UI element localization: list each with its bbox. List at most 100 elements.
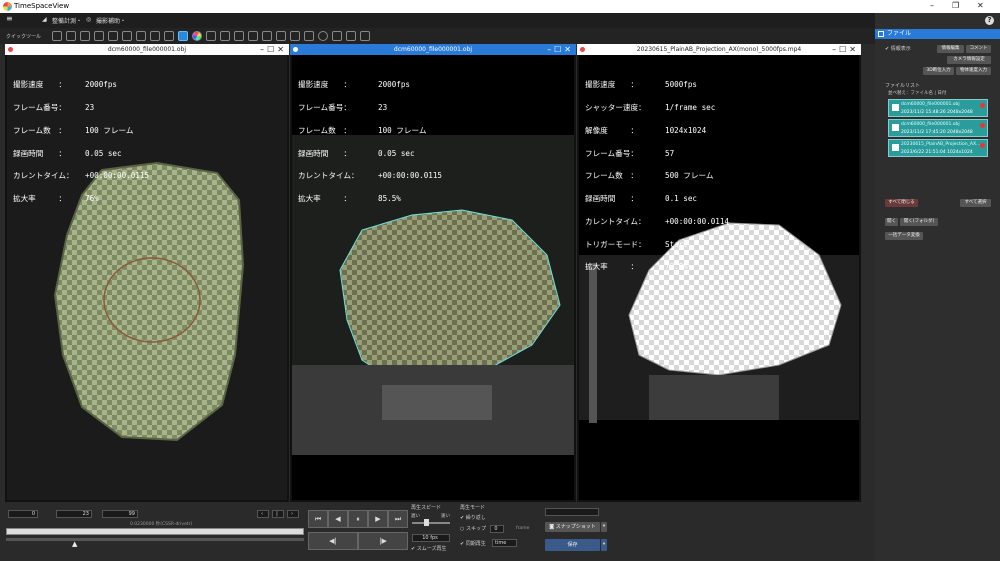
move-tool-icon[interactable] [52, 31, 62, 41]
half-tool-icon[interactable] [304, 31, 314, 41]
pan-tool-icon[interactable] [80, 31, 90, 41]
end-frame-field[interactable]: 99 [102, 510, 138, 518]
go-start-button[interactable]: ⏮ [308, 510, 328, 528]
hamburger-menu-icon[interactable]: ≡ [6, 14, 13, 23]
maximize-icon[interactable]: ❐ [952, 1, 959, 10]
minimize-icon[interactable]: – [930, 1, 934, 10]
snapshot-button[interactable]: ◙ スナップショット [545, 522, 600, 532]
skip-field[interactable]: 0 [490, 525, 504, 533]
layers-tool-icon[interactable] [332, 31, 342, 41]
open-button[interactable]: 開く [885, 218, 898, 226]
snapshot-dropdown-icon[interactable]: ▾ [601, 522, 607, 532]
speed-slider[interactable] [412, 522, 450, 524]
grid-tool-icon[interactable] [178, 31, 188, 41]
sort-label[interactable]: 並べ替え：ファイル名 | 日付 [888, 90, 946, 96]
angle-tool-icon[interactable] [122, 31, 132, 41]
quick-toolbar: クイックツール [0, 28, 875, 44]
pen-tool-icon[interactable] [150, 31, 160, 41]
close-icon[interactable]: ✕ [977, 1, 984, 10]
speed-slider-thumb[interactable] [424, 519, 429, 526]
viewer-3[interactable]: 20230615_PlainAB_Projection_AX(mono)_500… [577, 44, 861, 502]
play-button[interactable]: ▶ [368, 510, 388, 528]
menu-item-camera[interactable]: 撮影補助・ [96, 16, 126, 25]
remove-file-icon[interactable] [980, 123, 985, 128]
help-icon[interactable]: ? [985, 16, 994, 25]
info-toggle[interactable]: ✔ 情報表示 [885, 45, 911, 52]
timeline-slider[interactable] [6, 528, 304, 535]
viewer-3-window-buttons[interactable]: –☐✕ [832, 44, 859, 55]
fps-field[interactable]: 10 fps [412, 534, 450, 542]
close-all-button[interactable]: すべて閉じる [885, 199, 918, 207]
frame-caption: 0.0230000 秒(CSSR-drivetr) [130, 522, 193, 527]
3d-input-button[interactable]: 3D断位入力 [923, 67, 954, 75]
smooth-toggle[interactable]: ✔ スムーズ再生 [411, 545, 447, 552]
menu-bar: ≡ ◢ 整備計測・ ◎ 撮影補助・ [0, 13, 875, 28]
comment-button[interactable]: コメント [966, 45, 991, 53]
current-frame-field[interactable]: 23 [56, 510, 92, 518]
arrow-tool-icon[interactable] [248, 31, 258, 41]
step-back-play-button[interactable]: ◀ [328, 510, 348, 528]
camera-settings-button[interactable]: カメラ情報設定 [947, 56, 991, 64]
menu-item-measure[interactable]: 整備計測・ [52, 16, 82, 25]
file-item-2[interactable]: dcm60000_file000001.obj 2023/11/2 17:45:… [888, 119, 988, 137]
toolbar-label: クイックツール [6, 34, 42, 40]
draw-tool-icon[interactable] [108, 31, 118, 41]
sync-select[interactable]: time [492, 539, 517, 547]
window-tool-icon[interactable] [360, 31, 370, 41]
save-button[interactable]: 保存 [545, 539, 600, 551]
step-mark-button[interactable]: | [272, 510, 284, 518]
frame-forward-button[interactable]: |▶ [358, 532, 408, 550]
snapshot-source-select[interactable] [545, 508, 599, 516]
go-end-button[interactable]: ⏭ [388, 510, 408, 528]
remove-file-icon[interactable] [980, 143, 985, 148]
panel-header[interactable]: ファイル [875, 29, 1000, 39]
contour-tool-icon[interactable] [290, 31, 300, 41]
batch-convert-button[interactable]: 一括データ変換 [885, 232, 923, 240]
pin-tool-icon[interactable] [136, 31, 146, 41]
viewer-2-canvas[interactable]: 撮影速度 ： 2000fps フレーム番号： 23 フレーム数 ： 100 フレーム … [292, 55, 574, 500]
start-frame-field[interactable]: 0 [8, 510, 38, 518]
save-dropdown-icon[interactable]: ▾ [601, 539, 607, 551]
frame-tool-icon[interactable] [220, 31, 230, 41]
viewer-1-canvas[interactable]: 撮影速度 ： 2000fps フレーム番号： 23 フレーム数 ： 100 フレーム … [7, 55, 287, 500]
open-folder-button[interactable]: 開く(フォルダ) [900, 218, 938, 226]
step-forward-button[interactable]: › [287, 510, 299, 518]
track-tool-icon[interactable] [262, 31, 272, 41]
circle-tool-icon[interactable] [318, 31, 328, 41]
app-title: TimeSpaceView [14, 2, 70, 10]
pause-button[interactable]: ⏸ [348, 510, 368, 528]
fit-tool-icon[interactable] [94, 31, 104, 41]
viewer-1-title: dcm60000_file000001.obj [107, 46, 187, 53]
select-all-button[interactable]: すべて選択 [960, 199, 991, 207]
viewer-1-window-buttons[interactable]: –☐✕ [260, 44, 287, 55]
file-type-icon [892, 104, 899, 111]
sync-toggle[interactable]: ✔ 同期再生 [460, 540, 486, 547]
tile-tool-icon[interactable] [346, 31, 356, 41]
info-edit-button[interactable]: 情報編集 [937, 45, 964, 53]
speed-input-button[interactable]: 物体速度入力 [956, 67, 991, 75]
skip-toggle[interactable]: ○ スキップ [460, 525, 486, 532]
viewer-1[interactable]: dcm60000_file000001.obj –☐✕ 撮影速度 ： 2000fp… [5, 44, 289, 502]
ruler-tool-icon[interactable] [164, 31, 174, 41]
viewer-3-icon [580, 47, 585, 52]
frame-back-button[interactable]: ◀| [308, 532, 358, 550]
menu-measure-icon: ◢ [42, 16, 47, 23]
viewer-2-info: 撮影速度 ： 2000fps フレーム番号： 23 フレーム数 ： 100 フレーム … [298, 80, 443, 204]
target-tool-icon[interactable] [206, 31, 216, 41]
viewer-2[interactable]: dcm60000_file000001.obj –☐✕ 撮影速度 ： 2000fp… [290, 44, 576, 502]
file-type-icon [892, 144, 899, 151]
viewer-1-titlebar: dcm60000_file000001.obj –☐✕ [5, 44, 289, 55]
menu-camera-icon: ◎ [86, 16, 92, 23]
playhead-icon[interactable]: ▲ [72, 540, 77, 548]
hand-tool-icon[interactable] [276, 31, 286, 41]
color-tool-icon[interactable] [192, 31, 202, 41]
step-back-button[interactable]: ‹ [257, 510, 269, 518]
zoom-tool-icon[interactable] [66, 31, 76, 41]
loop-toggle[interactable]: ✔ 繰り返し [460, 514, 486, 521]
remove-file-icon[interactable] [980, 103, 985, 108]
viewer-3-canvas[interactable]: 撮影速度 ： 5000fps シャッター速度： 1/frame sec 解像度 ： 1… [579, 55, 859, 500]
file-item-1[interactable]: dcm60000_file000001.obj 2023/11/2 15:48:… [888, 99, 988, 117]
viewer-2-window-buttons[interactable]: –☐✕ [547, 44, 574, 55]
axis-tool-icon[interactable] [234, 31, 244, 41]
file-item-3[interactable]: 20230615_PlainAB_Projection_AX... 2023/6… [888, 139, 988, 157]
